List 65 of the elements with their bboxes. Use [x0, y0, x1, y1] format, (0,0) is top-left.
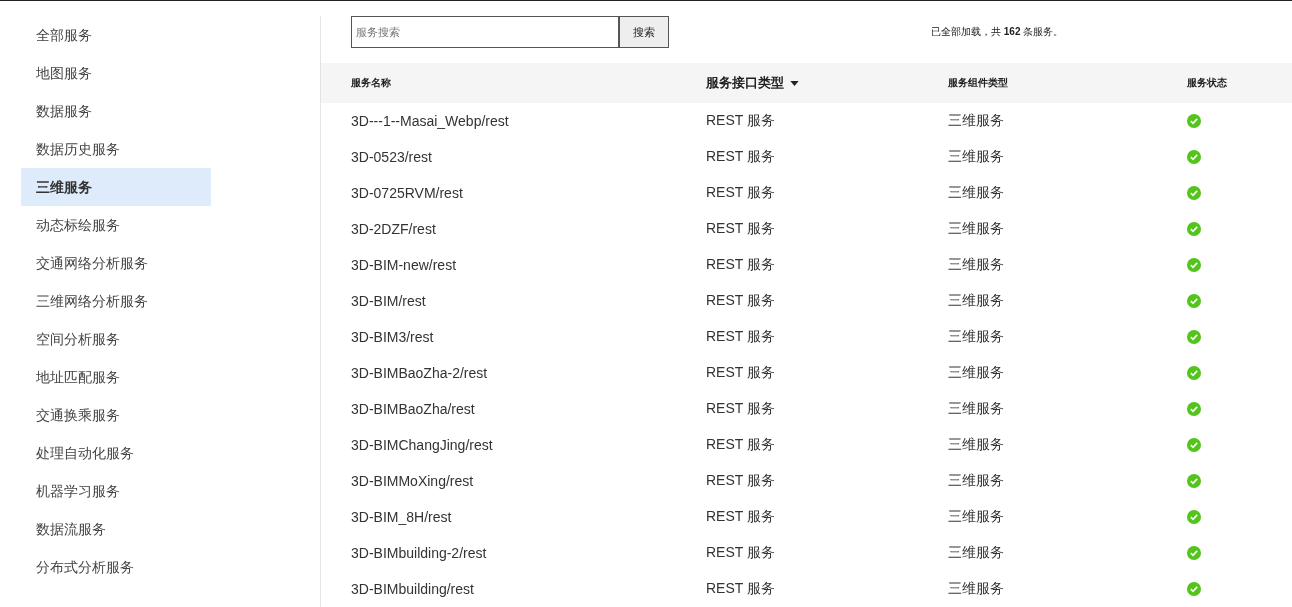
table-cell: REST 服务: [706, 292, 775, 308]
sidebar-item[interactable]: 三维服务: [21, 168, 211, 206]
service-name[interactable]: 3D-BIM_8H/rest: [351, 509, 452, 525]
sidebar-item[interactable]: 全部服务: [21, 16, 211, 54]
table-cell: REST 服务: [706, 580, 775, 596]
sidebar-item[interactable]: 动态标绘服务: [21, 206, 211, 244]
service-name[interactable]: 3D-BIMBaoZha/rest: [351, 401, 475, 417]
sidebar-item[interactable]: 数据历史服务: [21, 130, 211, 168]
table-cell: REST 服务: [706, 472, 775, 488]
sidebar-item[interactable]: 地图服务: [21, 54, 211, 92]
search-field[interactable]: 服务搜索: [351, 16, 619, 48]
table-cell: REST 服务: [706, 220, 775, 236]
caret-icon[interactable]: [790, 80, 799, 86]
table-cell: 三维服务: [948, 292, 1004, 308]
service-name[interactable]: 3D-BIMChangJing/rest: [351, 437, 493, 453]
table-cell: 三维服务: [948, 364, 1004, 380]
table-cell: REST 服务: [706, 256, 775, 272]
sidebar-item[interactable]: 交通换乘服务: [21, 396, 211, 434]
table-cell: 三维服务: [948, 472, 1004, 488]
sidebar-item[interactable]: 三维网络分析服务: [21, 282, 211, 320]
column-header[interactable]: 服务状态: [1187, 76, 1227, 90]
service-name[interactable]: 3D-BIMbuilding-2/rest: [351, 545, 487, 561]
table-cell: REST 服务: [706, 112, 775, 128]
sidebar-item[interactable]: 数据服务: [21, 92, 211, 130]
service-name[interactable]: 3D-BIM/rest: [351, 293, 426, 309]
sidebar-item[interactable]: 处理自动化服务: [21, 434, 211, 472]
table-cell: 三维服务: [948, 220, 1004, 236]
service-name[interactable]: 3D-BIMbuilding/rest: [351, 581, 474, 597]
sidebar-item[interactable]: 数据流服务: [21, 510, 211, 548]
table-cell: REST 服务: [706, 544, 775, 560]
table-cell: 三维服务: [948, 256, 1004, 272]
table-cell: REST 服务: [706, 436, 775, 452]
table-cell: REST 服务: [706, 328, 775, 344]
summary-text: 已全部加载，共 162 条服务。: [931, 25, 1064, 39]
sidebar-item[interactable]: 机器学习服务: [21, 472, 211, 510]
table-cell: 三维服务: [948, 148, 1004, 164]
table-cell: 三维服务: [948, 328, 1004, 344]
service-name[interactable]: 3D---1--Masai_Webp/rest: [351, 113, 509, 129]
table-cell: 三维服务: [948, 112, 1004, 128]
table-cell: 三维服务: [948, 184, 1004, 200]
sidebar-item[interactable]: 地址匹配服务: [21, 358, 211, 396]
table-cell: 三维服务: [948, 436, 1004, 452]
table-cell: REST 服务: [706, 148, 775, 164]
service-name[interactable]: 3D-BIMMoXing/rest: [351, 473, 474, 489]
table-cell: 三维服务: [948, 544, 1004, 560]
service-name[interactable]: 3D-0725RVM/rest: [351, 185, 463, 201]
service-name[interactable]: 3D-0523/rest: [351, 149, 432, 165]
service-name[interactable]: 3D-BIMBaoZha-2/rest: [351, 365, 488, 381]
table-cell: REST 服务: [706, 184, 775, 200]
table-cell: REST 服务: [706, 364, 775, 380]
table-cell: 三维服务: [948, 580, 1004, 596]
search-button[interactable]: 搜索: [619, 16, 669, 48]
table-cell: 三维服务: [948, 400, 1004, 416]
column-header[interactable]: 服务名称: [351, 76, 391, 90]
table-cell: REST 服务: [706, 508, 775, 524]
service-name[interactable]: 3D-2DZF/rest: [351, 221, 436, 237]
column-header[interactable]: 服务组件类型: [948, 76, 1008, 90]
table-cell: REST 服务: [706, 400, 775, 416]
table-cell: 三维服务: [948, 508, 1004, 524]
service-name[interactable]: 3D-BIM-new/rest: [351, 257, 457, 273]
service-name[interactable]: 3D-BIM3/rest: [351, 329, 434, 345]
sidebar-item[interactable]: 分布式分析服务: [21, 548, 211, 586]
sidebar-item[interactable]: 交通网络分析服务: [21, 244, 211, 282]
sidebar-item[interactable]: 空间分析服务: [21, 320, 211, 358]
column-header[interactable]: 服务接口类型: [706, 74, 784, 92]
